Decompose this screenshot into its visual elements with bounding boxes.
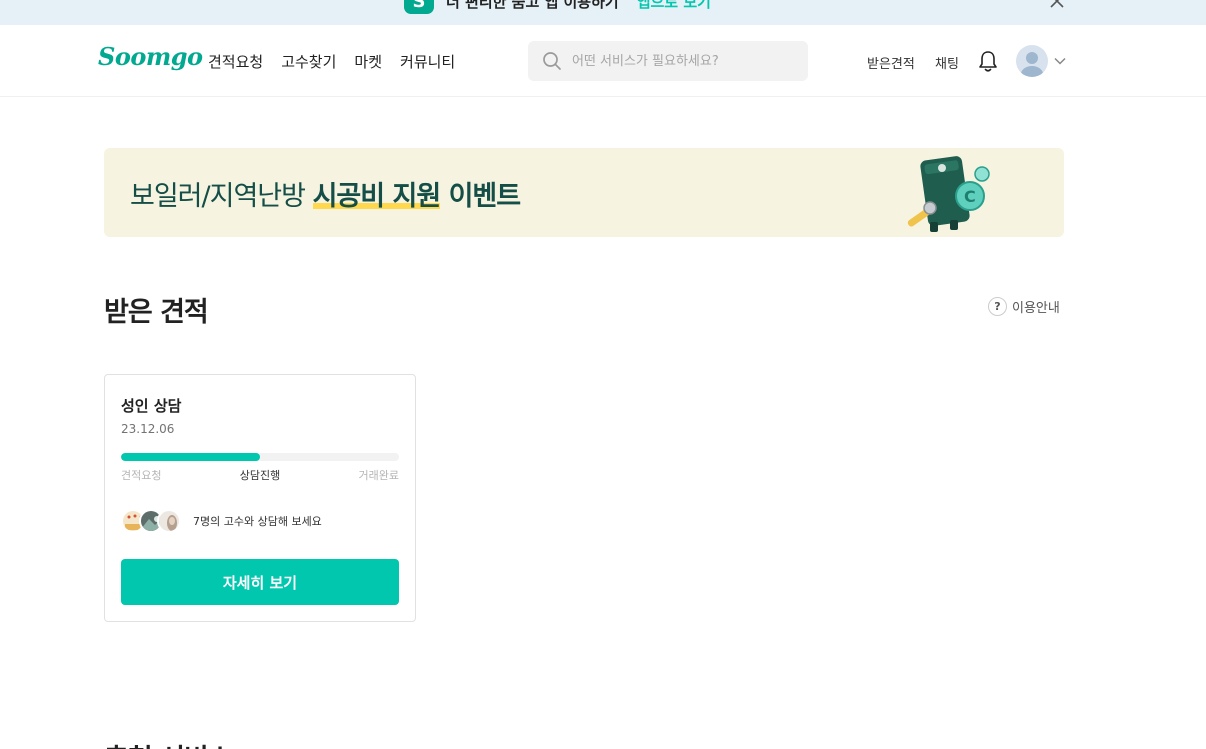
quote-progress-bar xyxy=(121,453,399,461)
soomgo-logo[interactable]: Soomgo xyxy=(98,42,203,71)
site-header: Soomgo 견적요청 고수찾기 마켓 커뮤니티 받은견적 채팅 xyxy=(0,25,1206,97)
nav-item-community[interactable]: 커뮤니티 xyxy=(400,51,455,72)
nav-item-market[interactable]: 마켓 xyxy=(354,51,382,72)
step-request: 견적요청 xyxy=(121,469,162,482)
chat-link[interactable]: 채팅 xyxy=(935,53,959,72)
profile-menu[interactable] xyxy=(1016,45,1066,77)
quote-progress-fill xyxy=(121,453,260,461)
chevron-down-icon xyxy=(1054,57,1066,65)
page-title: 받은 견적 xyxy=(104,297,209,328)
avatar[interactable] xyxy=(1016,45,1048,77)
close-icon[interactable] xyxy=(1046,0,1068,12)
step-consulting: 상담진행 xyxy=(239,469,281,482)
app-promo-content: S 더 편리한 숨고 앱 이용하기 앱으로 보기 xyxy=(404,0,711,14)
step-complete: 거래완료 xyxy=(358,469,399,482)
received-quotes-link[interactable]: 받은견적 xyxy=(867,53,915,72)
quote-card-title: 성인 상담 xyxy=(121,397,182,415)
usage-guide-label: 이용안내 xyxy=(1012,301,1060,316)
search-bar[interactable] xyxy=(528,41,808,81)
search-icon xyxy=(543,52,561,70)
banner-text: 보일러/지역난방 시공비 지원 이벤트 xyxy=(130,174,522,213)
nav-item-find-pros[interactable]: 고수찾기 xyxy=(281,51,336,72)
quote-card-date: 23.12.06 xyxy=(121,422,175,436)
view-details-button[interactable]: 자세히 보기 xyxy=(121,559,399,605)
question-icon: ? xyxy=(988,297,1007,316)
open-app-link[interactable]: 앱으로 보기 xyxy=(637,0,711,12)
quote-card[interactable]: 성인 상담 23.12.06 견적요청 상담진행 거래완료 7명의 고수와 상담… xyxy=(104,374,416,622)
svg-text:C: C xyxy=(964,187,976,206)
recommended-services-title: 추천 서비스 xyxy=(104,737,233,749)
event-banner[interactable]: 보일러/지역난방 시공비 지원 이벤트 C xyxy=(104,148,1064,237)
soomgo-app-icon: S xyxy=(404,0,434,14)
search-input[interactable] xyxy=(572,53,792,69)
bell-icon[interactable] xyxy=(977,49,999,73)
usage-guide-button[interactable]: ? 이용안내 xyxy=(988,297,1060,316)
nav-item-request-quote[interactable]: 견적요청 xyxy=(208,51,263,72)
banner-text-tail: 이벤트 xyxy=(440,181,522,212)
app-promo-bar: S 더 편리한 숨고 앱 이용하기 앱으로 보기 xyxy=(0,0,1206,25)
user-avatar-icon xyxy=(1021,52,1043,77)
pro-avatar xyxy=(157,509,181,533)
main-nav: 견적요청 고수찾기 마켓 커뮤니티 xyxy=(208,51,455,72)
banner-text-highlight: 시공비 지원 xyxy=(312,181,442,212)
banner-text-plain: 보일러/지역난방 xyxy=(130,181,313,212)
quote-steps: 견적요청 상담진행 거래완료 xyxy=(121,467,399,483)
pros-row: 7명의 고수와 상담해 보세요 xyxy=(121,509,322,533)
app-promo-text: 더 편리한 숨고 앱 이용하기 xyxy=(446,0,619,11)
pros-count-text: 7명의 고수와 상담해 보세요 xyxy=(193,515,322,528)
boiler-coin-illustration: C xyxy=(907,156,990,232)
